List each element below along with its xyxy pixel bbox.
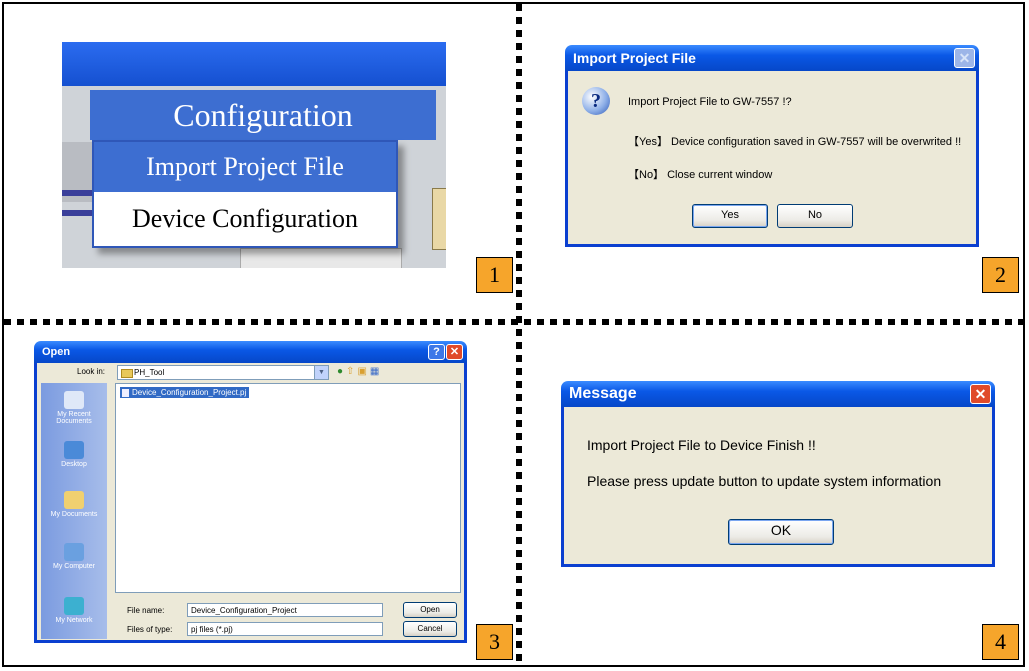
- vertical-divider: [516, 4, 522, 667]
- dialog-title: Import Project File: [573, 50, 696, 66]
- navigation-toolbar[interactable]: ●⇧▣▦: [337, 366, 382, 377]
- place-desktop[interactable]: Desktop: [41, 441, 107, 468]
- background-box: [240, 248, 402, 268]
- place-my-network[interactable]: My Network: [41, 597, 107, 624]
- dialog-title: Message: [569, 385, 637, 402]
- file-name: Device_Configuration_Project.pj: [132, 388, 247, 397]
- dialog-title-bar: Message ✕: [561, 381, 995, 407]
- place-label: My Recent Documents: [56, 411, 92, 425]
- background-line: [62, 210, 94, 216]
- configuration-menu-panel: Configuration Import Project File Device…: [62, 42, 446, 268]
- ok-button[interactable]: OK: [728, 519, 834, 545]
- cancel-button[interactable]: Cancel: [403, 621, 457, 637]
- dialog-message-line: Import Project File to GW-7557 !?: [628, 96, 792, 108]
- step-number-3: 3: [476, 624, 513, 660]
- file-icon: [122, 389, 129, 397]
- file-list[interactable]: Device_Configuration_Project.pj: [115, 383, 461, 593]
- place-label: My Computer: [52, 563, 95, 570]
- place-label: My Documents: [50, 511, 98, 518]
- close-icon[interactable]: ✕: [446, 344, 463, 360]
- chevron-down-icon[interactable]: ▼: [314, 366, 328, 379]
- my-documents-icon: [64, 491, 84, 509]
- file-type-value: pj files (*.pj): [191, 625, 233, 634]
- yes-button[interactable]: Yes: [692, 204, 768, 228]
- open-button[interactable]: Open: [403, 602, 457, 618]
- look-in-combo[interactable]: PH_Tool ▼: [117, 365, 329, 380]
- back-icon[interactable]: ●: [337, 366, 346, 377]
- horizontal-divider: [4, 319, 1025, 325]
- message-line: Import Project File to Device Finish !!: [587, 437, 816, 453]
- views-icon[interactable]: ▦: [370, 366, 382, 377]
- desktop-icon: [64, 441, 84, 459]
- file-type-select[interactable]: pj files (*.pj): [187, 622, 383, 636]
- places-bar: My Recent Documents Desktop My Documents…: [41, 383, 107, 639]
- place-label: Desktop: [61, 461, 87, 468]
- file-type-label: Files of type:: [127, 625, 173, 634]
- menu-item-device-configuration[interactable]: Device Configuration: [94, 194, 396, 244]
- message-line: Please press update button to update sys…: [587, 473, 942, 489]
- open-file-dialog: Open ✕ ? Look in: PH_Tool ▼ ●⇧▣▦ My Rece…: [34, 341, 467, 643]
- step-number-4: 4: [982, 624, 1019, 660]
- look-in-value: PH_Tool: [134, 368, 165, 377]
- file-item[interactable]: Device_Configuration_Project.pj: [120, 387, 250, 398]
- menu-item-import-project-file[interactable]: Import Project File: [94, 142, 396, 192]
- new-folder-icon[interactable]: ▣: [357, 366, 369, 377]
- look-in-label: Look in:: [77, 367, 106, 376]
- dialog-title-bar: Open ✕ ?: [34, 341, 467, 363]
- message-dialog: Message ✕ Import Project File to Device …: [561, 381, 995, 567]
- file-name-field[interactable]: Device_Configuration_Project: [187, 603, 383, 617]
- place-recent[interactable]: My Recent Documents: [41, 391, 107, 425]
- question-icon: ?: [582, 87, 610, 115]
- recent-documents-icon: [64, 391, 84, 409]
- background-line: [62, 190, 94, 196]
- help-icon[interactable]: ?: [428, 344, 445, 360]
- file-name-value: Device_Configuration_Project: [191, 606, 297, 615]
- dialog-title-bar: Import Project File ✕: [565, 45, 979, 71]
- up-folder-icon[interactable]: ⇧: [346, 366, 357, 377]
- place-label: My Network: [55, 617, 93, 624]
- place-my-documents[interactable]: My Documents: [41, 491, 107, 518]
- my-computer-icon: [64, 543, 84, 561]
- close-icon[interactable]: ✕: [970, 384, 991, 404]
- dialog-title: Open: [42, 346, 71, 358]
- file-name-label: File name:: [127, 606, 165, 615]
- no-button[interactable]: No: [777, 204, 853, 228]
- dialog-message-line: 【No】 Close current window: [628, 169, 773, 181]
- step-number-1: 1: [476, 257, 513, 293]
- my-network-icon: [64, 597, 84, 615]
- place-my-computer[interactable]: My Computer: [41, 543, 107, 570]
- step-number-2: 2: [982, 257, 1019, 293]
- configuration-dropdown: Import Project File Device Configuration: [92, 140, 398, 248]
- app-top-bar: [62, 42, 446, 86]
- folder-icon: [121, 369, 133, 378]
- close-icon[interactable]: ✕: [954, 48, 975, 68]
- toolbar-button[interactable]: [432, 188, 446, 250]
- configuration-menu-header[interactable]: Configuration: [90, 90, 436, 140]
- import-project-dialog: Import Project File ✕ ? Import Project F…: [565, 45, 979, 247]
- dialog-message-line: 【Yes】 Device configuration saved in GW-7…: [628, 136, 962, 148]
